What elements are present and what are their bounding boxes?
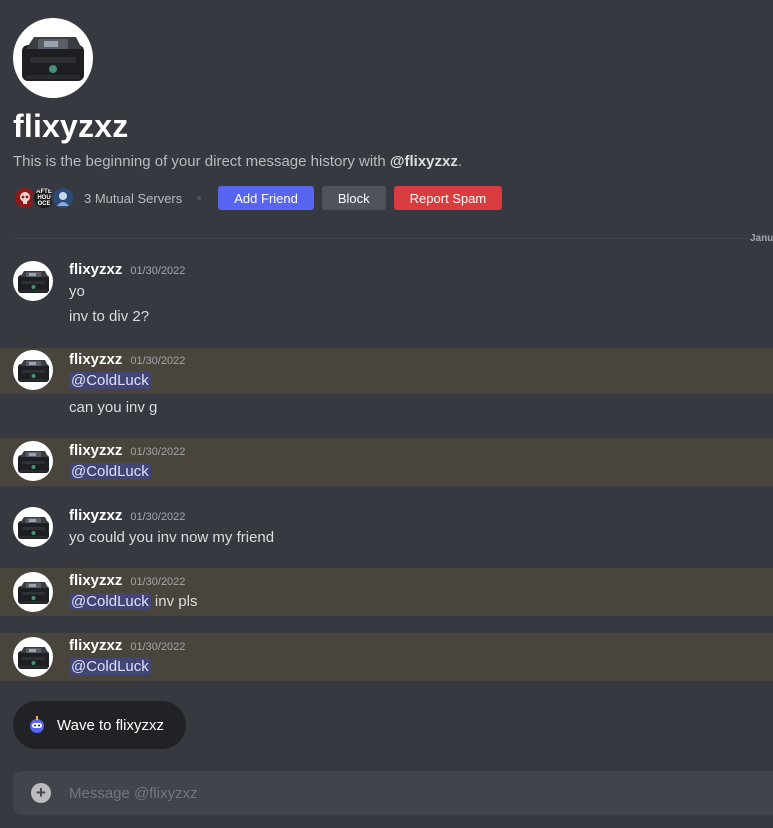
author-avatar[interactable] bbox=[13, 572, 53, 612]
author-avatar[interactable] bbox=[13, 441, 53, 481]
wave-button[interactable]: Wave to flixyzxz bbox=[13, 701, 186, 749]
message-text-suffix: inv pls bbox=[150, 593, 198, 610]
message-mention[interactable]: flixyzxz 01/30/2022 @ColdLuck bbox=[0, 633, 773, 681]
mutual-servers-label[interactable]: 3 Mutual Servers bbox=[84, 191, 182, 206]
message-header: flixyzxz 01/30/2022 bbox=[69, 637, 185, 654]
mutual-server-icon bbox=[51, 186, 75, 210]
wave-button-label: Wave to flixyzxz bbox=[57, 716, 164, 734]
author-avatar[interactable] bbox=[13, 507, 53, 547]
report-spam-button[interactable]: Report Spam bbox=[393, 186, 503, 210]
device-avatar-icon bbox=[17, 514, 50, 541]
message-text: @ColdLuck inv pls bbox=[69, 593, 197, 610]
user-mention[interactable]: @ColdLuck bbox=[69, 463, 151, 480]
wumpus-wave-icon bbox=[30, 716, 44, 733]
date-divider-label: Janu bbox=[750, 233, 773, 244]
message-mention[interactable]: flixyzxz 01/30/2022 @ColdLuck bbox=[0, 438, 773, 486]
mutual-server-icons[interactable]: AFTE HOU OCE bbox=[13, 186, 75, 210]
add-friend-button[interactable]: Add Friend bbox=[218, 186, 314, 210]
message-header: flixyzxz 01/30/2022 bbox=[69, 261, 185, 278]
block-button[interactable]: Block bbox=[321, 186, 386, 210]
dm-header: flixyzxz This is the beginning of your d… bbox=[13, 18, 773, 211]
intro-prefix: This is the beginning of your direct mes… bbox=[13, 153, 390, 170]
device-avatar-icon bbox=[17, 268, 50, 295]
message-text: @ColdLuck bbox=[69, 372, 151, 389]
separator-dot bbox=[197, 196, 202, 200]
device-avatar-icon bbox=[17, 644, 50, 671]
device-avatar-icon bbox=[17, 357, 50, 384]
skull-icon bbox=[20, 192, 30, 204]
author-name[interactable]: flixyzxz bbox=[69, 261, 122, 278]
message-text: yo could you inv now my friend bbox=[69, 529, 275, 546]
device-avatar-icon bbox=[17, 448, 50, 475]
user-mention[interactable]: @ColdLuck bbox=[69, 658, 151, 675]
message-timestamp: 01/30/2022 bbox=[130, 641, 186, 653]
message-text: inv to div 2? bbox=[69, 308, 150, 325]
author-name[interactable]: flixyzxz bbox=[69, 637, 122, 654]
author-avatar[interactable] bbox=[13, 637, 53, 677]
author-name[interactable]: flixyzxz bbox=[69, 507, 122, 524]
message-text: @ColdLuck bbox=[69, 658, 151, 675]
message-text: yo bbox=[69, 283, 85, 300]
message-header: flixyzxz 01/30/2022 bbox=[69, 507, 185, 524]
user-mention[interactable]: @ColdLuck bbox=[69, 372, 151, 389]
message-text: @ColdLuck bbox=[69, 463, 151, 480]
message-composer: + bbox=[13, 771, 773, 815]
profile-actions: AFTE HOU OCE 3 Mutual Servers Add Friend… bbox=[13, 185, 773, 211]
profile-name: flixyzxz bbox=[13, 108, 129, 144]
character-icon bbox=[57, 192, 69, 206]
author-name[interactable]: flixyzxz bbox=[69, 442, 122, 459]
author-avatar[interactable] bbox=[13, 261, 53, 301]
add-attachment-icon[interactable]: + bbox=[31, 783, 51, 803]
dm-intro-text: This is the beginning of your direct mes… bbox=[13, 153, 773, 170]
profile-avatar[interactable] bbox=[13, 18, 93, 98]
message-timestamp: 01/30/2022 bbox=[130, 265, 186, 277]
author-name[interactable]: flixyzxz bbox=[69, 351, 122, 368]
device-avatar-icon bbox=[17, 579, 50, 606]
message-mention[interactable]: flixyzxz 01/30/2022 @ColdLuck bbox=[0, 348, 773, 394]
message-mention[interactable]: flixyzxz 01/30/2022 @ColdLuck inv pls bbox=[0, 568, 773, 616]
message-header: flixyzxz 01/30/2022 bbox=[69, 351, 185, 368]
message-header: flixyzxz 01/30/2022 bbox=[69, 442, 185, 459]
message-timestamp: 01/30/2022 bbox=[130, 511, 186, 523]
device-avatar-icon bbox=[20, 31, 86, 85]
date-divider bbox=[13, 238, 748, 239]
author-name[interactable]: flixyzxz bbox=[69, 572, 122, 589]
message-timestamp: 01/30/2022 bbox=[130, 355, 186, 367]
message[interactable]: flixyzxz 01/30/2022 yo could you inv now… bbox=[0, 500, 773, 560]
intro-suffix: . bbox=[457, 153, 463, 170]
intro-handle: @flixyzxz bbox=[389, 153, 458, 170]
message-timestamp: 01/30/2022 bbox=[130, 446, 186, 458]
user-mention[interactable]: @ColdLuck bbox=[69, 593, 151, 610]
message-text: can you inv g bbox=[69, 399, 158, 416]
message-header: flixyzxz 01/30/2022 bbox=[69, 572, 185, 589]
message-timestamp: 01/30/2022 bbox=[130, 576, 186, 588]
author-avatar[interactable] bbox=[13, 350, 53, 390]
message-input[interactable] bbox=[69, 784, 669, 802]
message[interactable]: flixyzxz 01/30/2022 yo inv to div 2? bbox=[0, 252, 773, 340]
